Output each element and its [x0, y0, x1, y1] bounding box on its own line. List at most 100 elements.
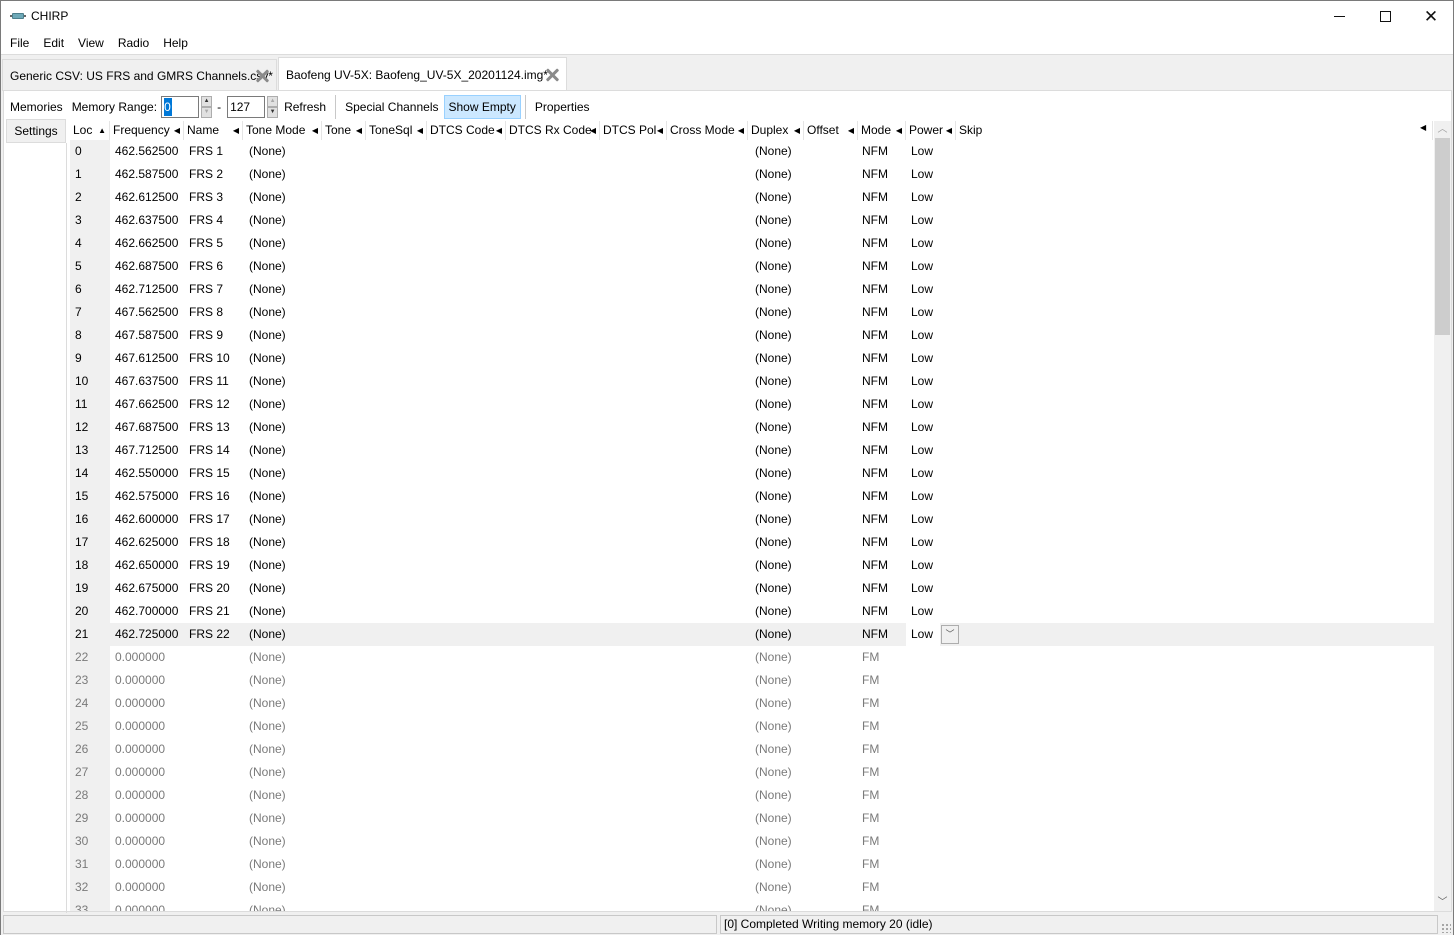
cell-loc[interactable]: 15 [75, 485, 88, 508]
cell-name[interactable]: FRS 11 [189, 370, 229, 393]
chevron-down-icon[interactable]: ﹀ [941, 625, 959, 644]
cell-loc[interactable]: 1 [75, 163, 82, 186]
cell-tone-mode[interactable]: (None) [249, 646, 286, 669]
spin-up-icon[interactable]: ▲ [201, 96, 213, 107]
cell-tone-mode[interactable]: (None) [249, 416, 286, 439]
cell-mode[interactable]: NFM [862, 255, 888, 278]
range-start-input[interactable] [164, 98, 173, 116]
cell-tone-mode[interactable]: (None) [249, 301, 286, 324]
cell-mode[interactable]: NFM [862, 324, 888, 347]
memory-row[interactable]: 9 467.612500 FRS 10 (None) (None) NFM Low [70, 347, 1434, 370]
cell-mode[interactable]: NFM [862, 462, 888, 485]
memory-row[interactable]: 31 0.000000 (None) (None) FM [70, 853, 1434, 876]
cell-power[interactable]: Low [911, 531, 933, 554]
cell-freq[interactable]: 462.612500 [115, 186, 178, 209]
cell-loc[interactable]: 19 [75, 577, 88, 600]
memory-row[interactable]: 5 462.687500 FRS 6 (None) (None) NFM Low [70, 255, 1434, 278]
cell-duplex[interactable]: (None) [755, 278, 792, 301]
cell-duplex[interactable]: (None) [755, 669, 792, 692]
cell-mode[interactable]: NFM [862, 577, 888, 600]
cell-freq[interactable]: 0.000000 [115, 899, 165, 911]
cell-loc[interactable]: 29 [75, 807, 88, 830]
cell-mode[interactable]: NFM [862, 531, 888, 554]
cell-freq[interactable]: 462.587500 [115, 163, 178, 186]
cell-loc[interactable]: 4 [75, 232, 82, 255]
cell-duplex[interactable]: (None) [755, 623, 792, 646]
memory-row[interactable]: 32 0.000000 (None) (None) FM [70, 876, 1434, 899]
cell-duplex[interactable]: (None) [755, 485, 792, 508]
cell-mode[interactable]: FM [862, 830, 879, 853]
cell-name[interactable]: FRS 7 [189, 278, 223, 301]
cell-duplex[interactable]: (None) [755, 186, 792, 209]
cell-duplex[interactable]: (None) [755, 784, 792, 807]
cell-loc[interactable]: 12 [75, 416, 88, 439]
cell-mode[interactable]: NFM [862, 554, 888, 577]
cell-duplex[interactable]: (None) [755, 140, 792, 163]
close-tab-icon[interactable] [255, 69, 269, 83]
cell-tone-mode[interactable]: (None) [249, 853, 286, 876]
cell-power[interactable]: Low [911, 485, 933, 508]
cell-duplex[interactable]: (None) [755, 646, 792, 669]
cell-freq[interactable]: 462.675000 [115, 577, 178, 600]
cell-freq[interactable]: 467.562500 [115, 301, 178, 324]
cell-tone-mode[interactable]: (None) [249, 830, 286, 853]
cell-freq[interactable]: 0.000000 [115, 807, 165, 830]
cell-mode[interactable]: FM [862, 738, 879, 761]
cell-loc[interactable]: 23 [75, 669, 88, 692]
memory-row[interactable]: 15 462.575000 FRS 16 (None) (None) NFM Low [70, 485, 1434, 508]
memory-row[interactable]: 19 462.675000 FRS 20 (None) (None) NFM Low [70, 577, 1434, 600]
column-header-cross-mode[interactable]: Cross Mode ◀ [667, 121, 748, 140]
cell-name[interactable]: FRS 1 [189, 140, 223, 163]
cell-power[interactable]: Low [911, 508, 933, 531]
cell-mode[interactable]: FM [862, 761, 879, 784]
memory-row[interactable]: 0 462.562500 FRS 1 (None) (None) NFM Low [70, 140, 1434, 163]
column-header-dtcs-rx-code[interactable]: DTCS Rx Code ◀ [506, 121, 600, 140]
spin-down-icon[interactable]: ▼ [267, 107, 279, 118]
cell-duplex[interactable]: (None) [755, 439, 792, 462]
cell-tone-mode[interactable]: (None) [249, 485, 286, 508]
properties-button[interactable]: Properties [530, 95, 595, 119]
cell-duplex[interactable]: (None) [755, 255, 792, 278]
cell-duplex[interactable]: (None) [755, 508, 792, 531]
cell-mode[interactable]: NFM [862, 140, 888, 163]
cell-freq[interactable]: 462.575000 [115, 485, 178, 508]
tab-baofeng-uv5x[interactable]: Baofeng UV-5X: Baofeng_UV-5X_20201124.im… [278, 57, 567, 92]
memory-row[interactable]: 29 0.000000 (None) (None) FM [70, 807, 1434, 830]
column-header-power[interactable]: Power ◀ [906, 121, 956, 140]
special-channels-button[interactable]: Special Channels [340, 95, 443, 119]
cell-tone-mode[interactable]: (None) [249, 738, 286, 761]
cell-mode[interactable]: NFM [862, 508, 888, 531]
cell-mode[interactable]: NFM [862, 347, 888, 370]
cell-name[interactable]: FRS 15 [189, 462, 230, 485]
cell-tone-mode[interactable]: (None) [249, 462, 286, 485]
cell-name[interactable]: FRS 13 [189, 416, 230, 439]
column-header-frequency[interactable]: Frequency ◀ [110, 121, 184, 140]
memory-row[interactable]: 17 462.625000 FRS 18 (None) (None) NFM Low [70, 531, 1434, 554]
cell-freq[interactable]: 462.650000 [115, 554, 178, 577]
cell-duplex[interactable]: (None) [755, 324, 792, 347]
cell-tone-mode[interactable]: (None) [249, 140, 286, 163]
cell-loc[interactable]: 20 [75, 600, 88, 623]
cell-loc[interactable]: 14 [75, 462, 88, 485]
memories-tab[interactable]: Memories [6, 100, 68, 114]
cell-power[interactable]: Low [911, 301, 933, 324]
menu-file[interactable]: File [3, 33, 36, 53]
cell-loc[interactable]: 6 [75, 278, 82, 301]
cell-tone-mode[interactable]: (None) [249, 807, 286, 830]
memory-row[interactable]: 7 467.562500 FRS 8 (None) (None) NFM Low [70, 301, 1434, 324]
cell-mode[interactable]: NFM [862, 485, 888, 508]
cell-freq[interactable]: 0.000000 [115, 715, 165, 738]
cell-freq[interactable]: 0.000000 [115, 853, 165, 876]
cell-loc[interactable]: 26 [75, 738, 88, 761]
cell-loc[interactable]: 31 [75, 853, 88, 876]
cell-name[interactable]: FRS 6 [189, 255, 223, 278]
cell-mode[interactable]: NFM [862, 370, 888, 393]
menu-view[interactable]: View [71, 33, 111, 53]
cell-freq[interactable]: 467.687500 [115, 416, 178, 439]
cell-freq[interactable]: 467.587500 [115, 324, 178, 347]
memory-row[interactable]: 14 462.550000 FRS 15 (None) (None) NFM Low [70, 462, 1434, 485]
cell-name[interactable]: FRS 22 [189, 623, 230, 646]
cell-name[interactable]: FRS 17 [189, 508, 230, 531]
cell-name[interactable]: FRS 8 [189, 301, 223, 324]
cell-duplex[interactable]: (None) [755, 715, 792, 738]
